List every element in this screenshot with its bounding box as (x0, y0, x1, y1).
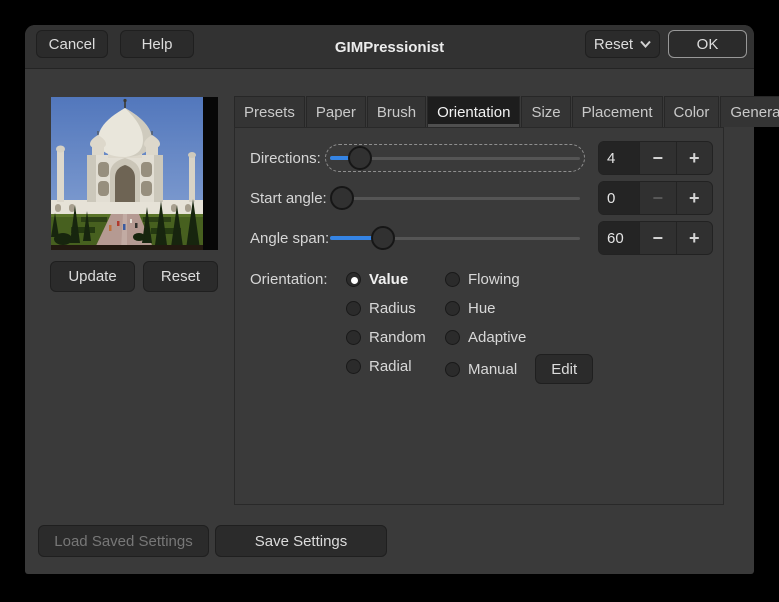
radio-value[interactable]: Value (346, 265, 426, 294)
start-angle-label: Start angle: (250, 189, 327, 207)
radio-button-icon[interactable] (445, 301, 460, 316)
radio-adaptive[interactable]: Adaptive (445, 323, 593, 352)
help-button[interactable]: Help (120, 30, 194, 58)
directions-label: Directions: (250, 149, 321, 167)
tab-presets[interactable]: Presets (234, 96, 305, 127)
start-angle-spinbutton: 0 − + (598, 181, 713, 215)
dialog-header: GIMPressionist Cancel Help Reset OK (25, 25, 754, 69)
orientation-label: Orientation: (250, 270, 328, 288)
slider-track (330, 196, 580, 200)
radio-hue[interactable]: Hue (445, 294, 593, 323)
radio-manual[interactable]: Manual Edit (445, 352, 594, 386)
radio-label: Value (369, 271, 409, 288)
preview-reset-button[interactable]: Reset (143, 261, 218, 292)
gimpressionist-dialog: GIMPressionist Cancel Help Reset OK Upda… (25, 25, 779, 574)
radio-label: Manual (468, 360, 518, 378)
cancel-button[interactable]: Cancel (36, 30, 108, 58)
tab-paper[interactable]: Paper (305, 96, 366, 127)
radio-button-icon[interactable] (346, 359, 361, 374)
radio-button-icon[interactable] (445, 361, 460, 377)
update-button[interactable]: Update (50, 261, 135, 292)
chevron-down-icon (640, 40, 651, 48)
radio-button-icon[interactable] (346, 272, 361, 287)
tab-general[interactable]: General (720, 96, 779, 127)
radio-radius[interactable]: Radius (346, 294, 426, 323)
plus-icon[interactable]: + (675, 142, 712, 174)
orientation-radio-column-left: Value Radius Random Radial (346, 265, 426, 381)
edit-button[interactable]: Edit (535, 354, 594, 384)
radio-button-icon[interactable] (346, 330, 361, 345)
radio-label: Adaptive (468, 329, 527, 346)
slider-thumb[interactable] (330, 186, 354, 210)
tab-orientation[interactable]: Orientation (427, 96, 521, 127)
save-settings-button[interactable]: Save Settings (215, 525, 387, 557)
minus-icon: − (639, 182, 676, 214)
radio-label: Hue (468, 300, 496, 317)
reset-dropdown-button[interactable]: Reset (585, 30, 660, 58)
radio-label: Radial (369, 358, 412, 375)
angle-span-slider[interactable] (330, 221, 580, 255)
plus-icon[interactable]: + (675, 182, 712, 214)
angle-span-value[interactable]: 60 (599, 222, 639, 254)
radio-button-icon[interactable] (346, 301, 361, 316)
load-saved-settings-button: Load Saved Settings (38, 525, 209, 557)
radio-label: Random (369, 329, 426, 346)
start-angle-slider[interactable] (330, 181, 580, 215)
tab-placement[interactable]: Placement (571, 96, 663, 127)
notebook-tabbar: Presets Paper Brush Orientation Size Pla… (234, 96, 779, 127)
tab-size[interactable]: Size (521, 96, 571, 127)
ok-button[interactable]: OK (668, 30, 747, 58)
radio-flowing[interactable]: Flowing (445, 265, 593, 294)
start-angle-value[interactable]: 0 (599, 182, 639, 214)
slider-thumb[interactable] (370, 226, 395, 250)
slider-thumb[interactable] (348, 146, 373, 170)
tab-brush[interactable]: Brush (366, 96, 427, 127)
orientation-radio-column-right: Flowing Hue Adaptive Manual Edit (445, 265, 594, 386)
radio-radial[interactable]: Radial (346, 352, 426, 381)
minus-icon[interactable]: − (639, 222, 676, 254)
preview-image[interactable] (51, 97, 218, 250)
radio-label: Flowing (468, 271, 520, 288)
tab-color[interactable]: Color (663, 96, 720, 127)
radio-label: Radius (369, 300, 416, 317)
directions-slider[interactable] (325, 141, 585, 175)
plus-icon[interactable]: + (675, 222, 712, 254)
radio-button-icon[interactable] (445, 272, 460, 287)
radio-button-icon[interactable] (445, 330, 460, 345)
directions-spinbutton: 4 − + (598, 141, 713, 175)
minus-icon[interactable]: − (639, 142, 676, 174)
angle-span-spinbutton: 60 − + (598, 221, 713, 255)
directions-value[interactable]: 4 (599, 142, 639, 174)
radio-random[interactable]: Random (346, 323, 426, 352)
angle-span-label: Angle span: (250, 229, 330, 247)
reset-dropdown-label: Reset (593, 35, 634, 53)
